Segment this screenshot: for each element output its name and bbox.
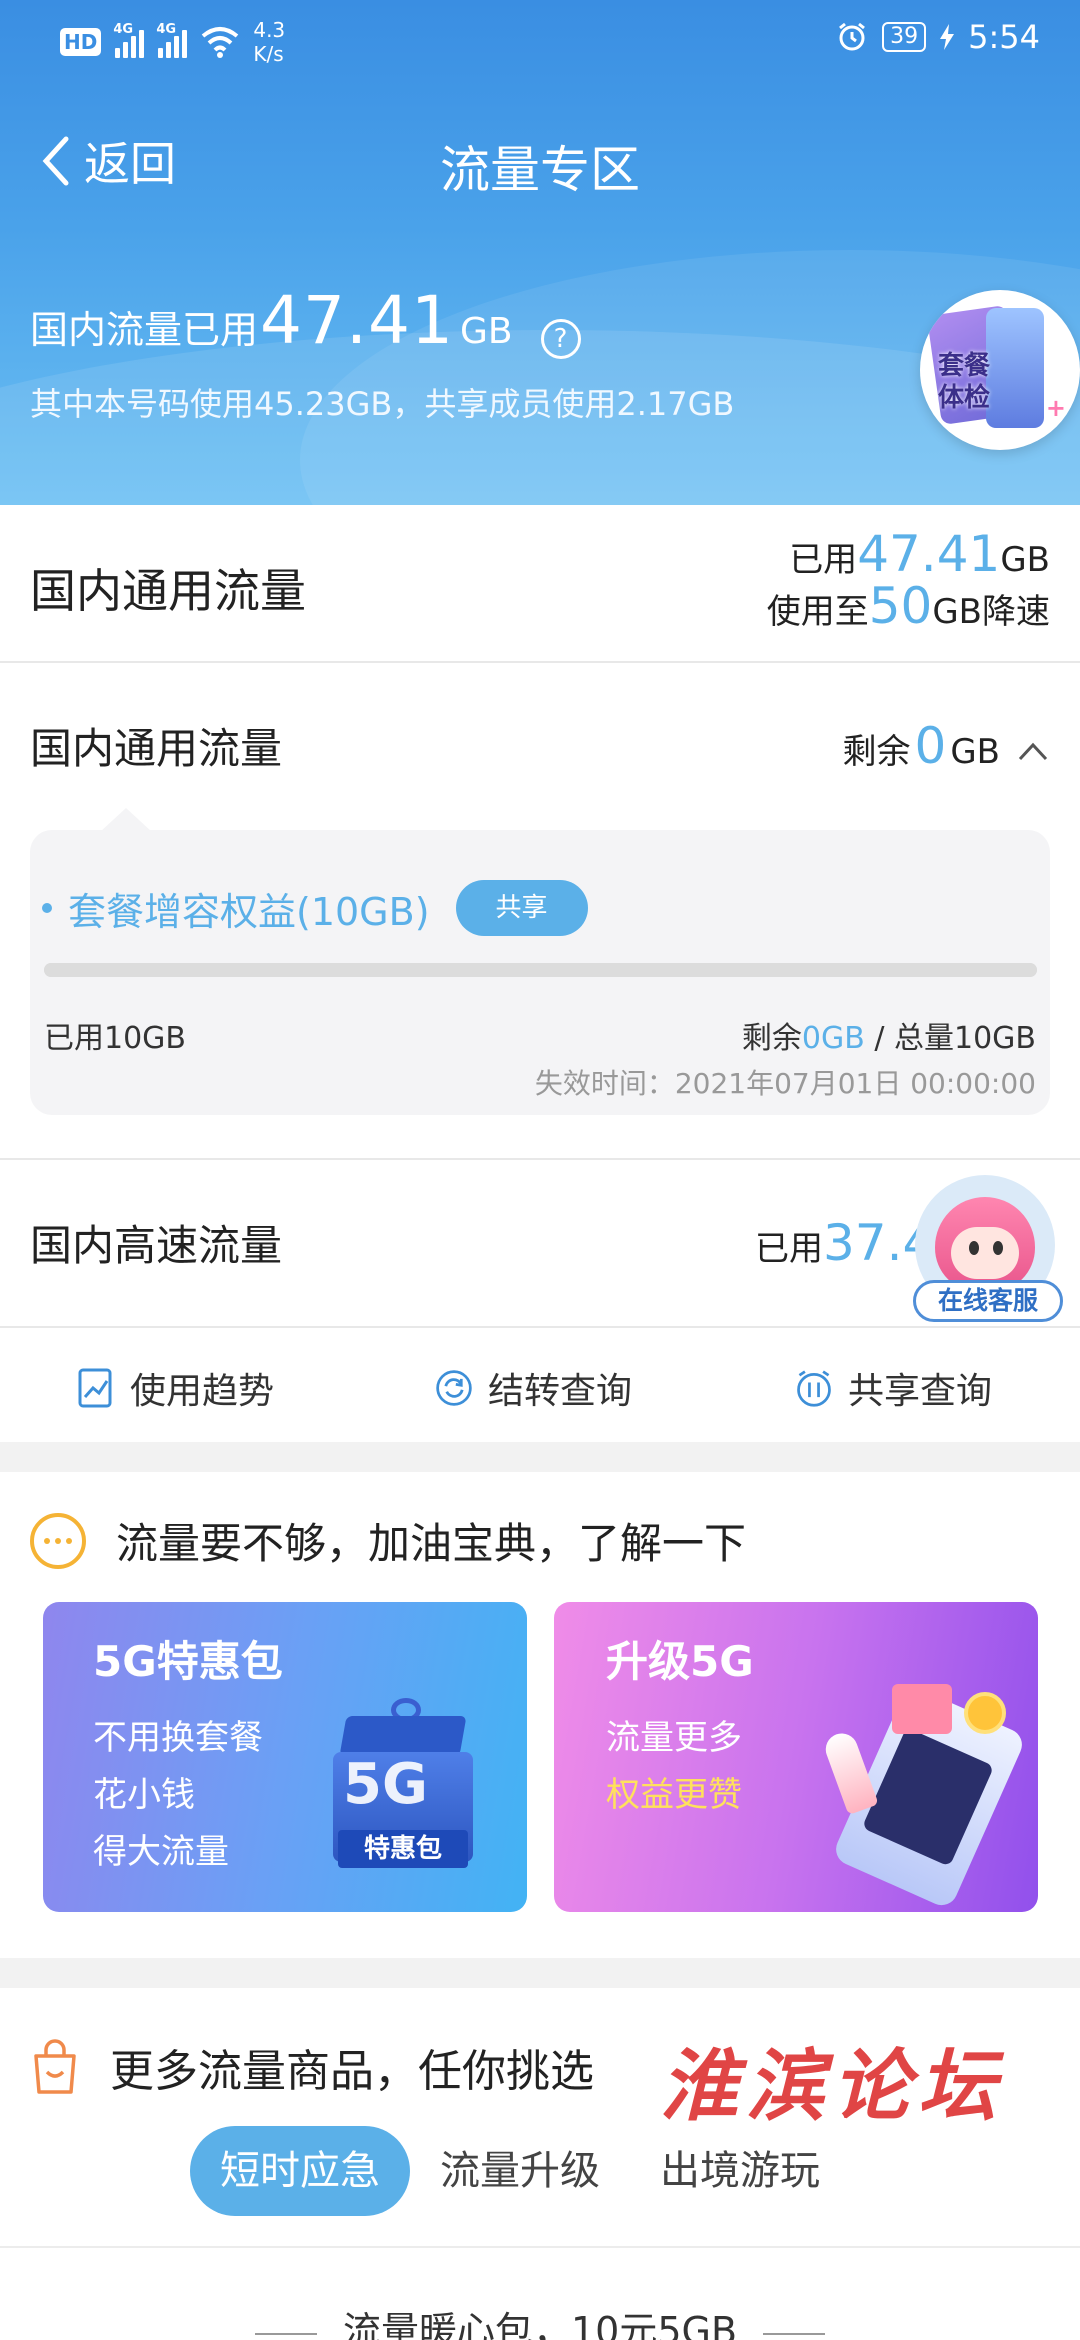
share-clock-icon [797, 1370, 831, 1407]
upgrade-5g-card[interactable]: 升级5G 流量更多 权益更赞 [554, 1602, 1038, 1912]
tools-bar: 使用趋势 结转查询 共享查询 [0, 1330, 1080, 1442]
signal-icon: 4G [113, 22, 145, 58]
clock: 5:54 [968, 18, 1040, 56]
chevron-up-icon [1018, 742, 1048, 761]
usage-value: 47.41 [260, 282, 454, 359]
plan-checkup-button[interactable]: 套餐 体检 + [920, 290, 1080, 450]
product-tabs: 短时应急 流量升级 出境游玩 [190, 2126, 850, 2216]
usage-summary: 国内流量已用 47.41 GB ? 其中本号码使用45.23GB，共享成员使用2… [30, 282, 734, 425]
highspeed-title: 国内高速流量 [30, 1221, 283, 1270]
help-icon[interactable]: ? [540, 319, 581, 359]
shopping-bag-icon [34, 2039, 76, 2094]
forum-watermark: 淮滨论坛 [660, 2041, 1005, 2132]
pool-collapse-toggle[interactable]: 剩余 0 GB [843, 717, 1050, 775]
upgrade-5g-line2: 权益更赞 [606, 1775, 742, 1815]
package-name: 套餐增容权益(10GB) [68, 889, 430, 934]
pool-title: 国内通用流量 [30, 724, 283, 773]
share-query-button[interactable]: 共享查询 [794, 1362, 992, 1414]
package-used: 已用10GB [44, 1021, 187, 1056]
alarm-icon [839, 22, 866, 51]
more-dots-icon [30, 1512, 86, 1569]
trend-chart-icon [78, 1368, 112, 1408]
section-separator [0, 1442, 1080, 1472]
promo-header: 流量要不够，加油宝典，了解一下 [30, 1510, 746, 1571]
wifi-icon [202, 27, 239, 58]
usage-prefix: 国内流量已用 [30, 308, 259, 352]
shared-badge: 共享 [455, 880, 588, 936]
page-title: 流量专区 [440, 141, 640, 199]
rollover-query-button[interactable]: 结转查询 [434, 1362, 632, 1414]
general-throttle-limit: 使用至50GB降速 [766, 577, 1050, 635]
bullet-dot-icon [42, 903, 52, 913]
general-data-title: 国内通用流量 [30, 564, 306, 618]
package-card: 套餐增容权益(10GB) 共享 已用10GB 剩余0GB / 总量10GB 失效… [30, 808, 1050, 1115]
tab-travel[interactable]: 出境游玩 [630, 2126, 850, 2216]
tab-upgrade[interactable]: 流量升级 [410, 2126, 630, 2216]
net-speed: 4.3 K/s [253, 18, 286, 66]
more-products-header: 更多流量商品，任你挑选 [30, 2035, 594, 2099]
tab-short-term[interactable]: 短时应急 [190, 2126, 410, 2216]
signal-icon: 4G [156, 22, 188, 58]
nav-bar: 返回 流量专区 [0, 110, 1080, 210]
usage-progress-fill [44, 963, 1037, 977]
data-pool-section: 国内通用流量 剩余 0 GB 套餐增容权益(10GB) 共享 已用10GB 剩余… [0, 665, 1080, 1160]
package-remaining-total: 剩余0GB / 总量10GB [741, 1021, 1036, 1056]
divider [0, 2246, 1080, 2248]
product-section-title: 流量暖心包，10元5GB [0, 2300, 1080, 2340]
rocket-phone-icon [821, 1682, 1028, 1911]
usage-trend-button[interactable]: 使用趋势 [76, 1362, 274, 1414]
usage-progress-bar [44, 963, 1037, 977]
5g-package-desc: 不用换套餐 花小钱 得大流量 [93, 1718, 263, 1872]
online-service-label: 在线客服 [913, 1280, 1063, 1322]
package-expiry: 失效时间：2021年07月01日 00:00:00 [534, 1067, 1036, 1100]
usage-detail: 其中本号码使用45.23GB，共享成员使用2.17GB [30, 385, 735, 423]
general-used: 已用47.41GB [789, 525, 1050, 583]
hd-badge: HD [60, 28, 102, 56]
online-service-button[interactable]: 在线客服 [905, 1175, 1065, 1325]
upgrade-5g-line1: 流量更多 [606, 1718, 742, 1758]
5g-package-title: 5G特惠包 [93, 1637, 283, 1686]
upgrade-5g-title: 升级5G [606, 1637, 754, 1686]
refresh-icon [436, 1370, 472, 1406]
plan-checkup-label: 套餐 体检 [938, 351, 991, 413]
gift-box-icon: 5G 特惠包 [333, 1698, 483, 1872]
section-separator [0, 1958, 1080, 1988]
charging-icon [940, 24, 955, 50]
status-bar: HD 4G 4G 4.3 K/s 39 5:54 [0, 0, 1080, 80]
general-data-row[interactable]: 国内通用流量 已用47.41GB 使用至50GB降速 [0, 505, 1080, 663]
5g-package-card[interactable]: 5G特惠包 不用换套餐 花小钱 得大流量 5G 特惠包 [43, 1602, 527, 1912]
usage-unit: GB [459, 311, 513, 352]
battery-icon: 39 [882, 22, 927, 52]
